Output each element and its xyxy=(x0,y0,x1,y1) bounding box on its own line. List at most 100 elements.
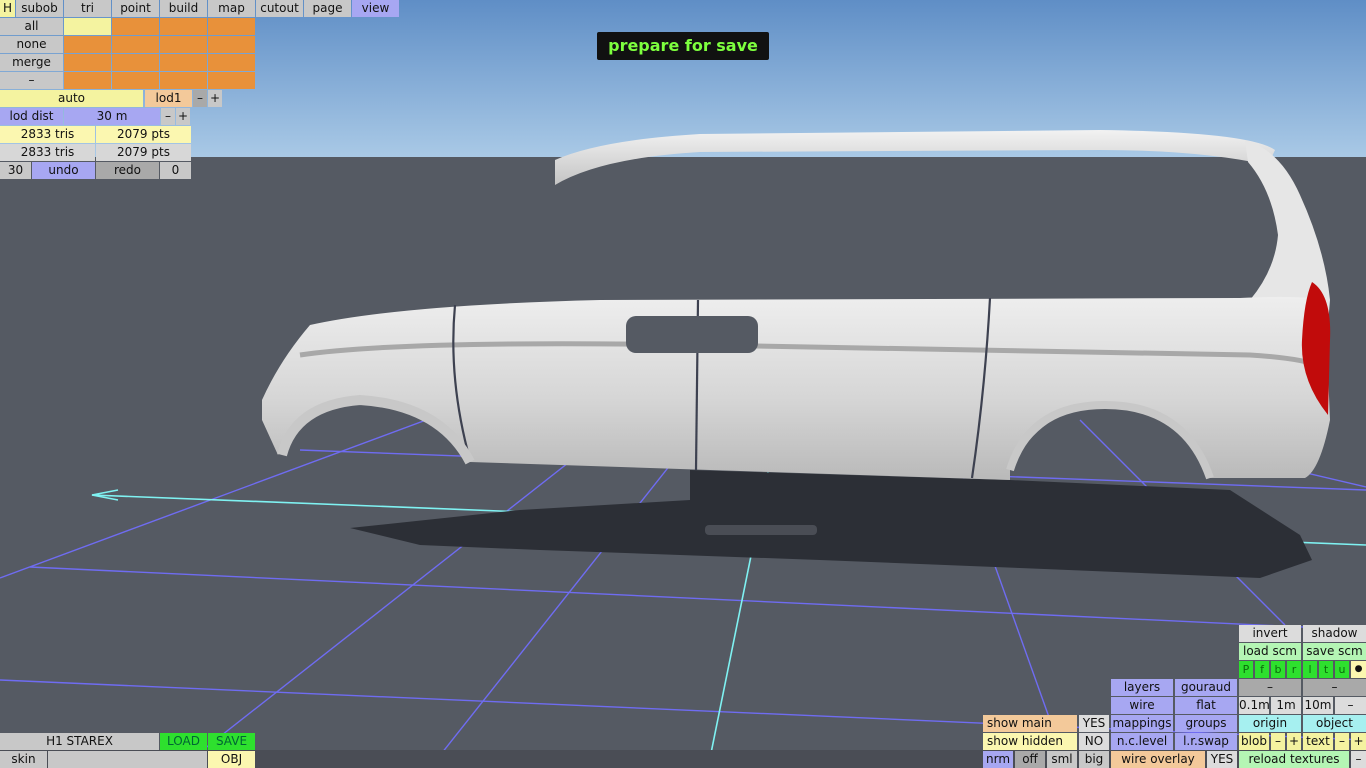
view-front-button[interactable]: f xyxy=(1255,661,1269,678)
show-main-button[interactable]: show main xyxy=(983,715,1077,732)
scale-10m-button[interactable]: 10m xyxy=(1303,697,1333,714)
dash-button[interactable]: – xyxy=(0,72,63,89)
tab-view[interactable]: view xyxy=(352,0,399,17)
normals-button[interactable]: nrm xyxy=(983,751,1013,768)
normals-big-button[interactable]: big xyxy=(1079,751,1109,768)
tri-count-total: 2833 tris xyxy=(0,144,95,161)
h-button[interactable]: H xyxy=(0,0,15,17)
shadow-button[interactable]: shadow xyxy=(1303,625,1366,642)
3d-viewport[interactable] xyxy=(0,0,1366,768)
view-dot-button[interactable]: ● xyxy=(1351,661,1366,678)
wire-overlay-button[interactable]: wire overlay xyxy=(1111,751,1205,768)
side-window xyxy=(626,316,758,353)
blob-minus-button[interactable]: – xyxy=(1271,733,1285,750)
tab-page[interactable]: page xyxy=(304,0,351,17)
lod-auto-button[interactable]: auto xyxy=(0,90,143,107)
blob-button[interactable]: blob xyxy=(1239,733,1269,750)
origin-button[interactable]: origin xyxy=(1239,715,1301,732)
scale-0-1m-button[interactable]: 0.1m xyxy=(1239,697,1269,714)
object-button[interactable]: object xyxy=(1303,715,1366,732)
reload-textures-minus-button[interactable]: – xyxy=(1351,751,1366,768)
tab-map[interactable]: map xyxy=(208,0,255,17)
normals-off-button[interactable]: off xyxy=(1015,751,1045,768)
view-back-button[interactable]: b xyxy=(1271,661,1285,678)
selection-cell[interactable] xyxy=(208,54,255,71)
view-right-button[interactable]: r xyxy=(1287,661,1301,678)
lod-dist-label: lod dist xyxy=(0,108,63,125)
text-button[interactable]: text xyxy=(1303,733,1333,750)
selection-cell[interactable] xyxy=(208,18,255,35)
tri-count: 2833 tris xyxy=(0,126,95,143)
point-count-total: 2079 pts xyxy=(96,144,191,161)
selection-cell[interactable] xyxy=(160,72,207,89)
save-button[interactable]: SAVE xyxy=(208,733,255,750)
selection-cell[interactable] xyxy=(112,18,159,35)
lod-minus-button[interactable]: – xyxy=(193,90,207,107)
skin-button[interactable]: skin xyxy=(0,751,47,768)
lod-dist-value[interactable]: 30 m xyxy=(64,108,160,125)
scale-1m-button[interactable]: 1m xyxy=(1271,697,1301,714)
mappings-button[interactable]: mappings xyxy=(1111,715,1173,732)
select-all-button[interactable]: all xyxy=(0,18,63,35)
nc-level-button[interactable]: n.c.level xyxy=(1111,733,1173,750)
lod-dist-plus-button[interactable]: + xyxy=(176,108,190,125)
selection-cell[interactable] xyxy=(112,36,159,53)
flat-button[interactable]: flat xyxy=(1175,697,1237,714)
selection-cell[interactable] xyxy=(64,54,111,71)
invert-button[interactable]: invert xyxy=(1239,625,1301,642)
skin-field[interactable] xyxy=(48,751,207,768)
view-under-button[interactable]: u xyxy=(1335,661,1349,678)
view-left-button[interactable]: l xyxy=(1303,661,1317,678)
selection-cell[interactable] xyxy=(208,36,255,53)
gouraud-button[interactable]: gouraud xyxy=(1175,679,1237,696)
dash-button-b[interactable]: – xyxy=(1303,679,1366,696)
groups-button[interactable]: groups xyxy=(1175,715,1237,732)
blob-plus-button[interactable]: + xyxy=(1287,733,1301,750)
model-name[interactable]: H1 STAREX xyxy=(0,733,159,750)
show-main-value[interactable]: YES xyxy=(1079,715,1109,732)
wire-overlay-value[interactable]: YES xyxy=(1207,751,1237,768)
tab-subob[interactable]: subob xyxy=(16,0,63,17)
undo-count: 30 xyxy=(0,162,31,179)
dash-button-a[interactable]: – xyxy=(1239,679,1301,696)
load-scm-button[interactable]: load scm xyxy=(1239,643,1301,660)
redo-count: 0 xyxy=(160,162,191,179)
selection-cell[interactable] xyxy=(160,36,207,53)
selection-cell[interactable] xyxy=(64,36,111,53)
view-top-button[interactable]: t xyxy=(1319,661,1333,678)
status-banner: prepare for save xyxy=(597,32,769,60)
lod-plus-button[interactable]: + xyxy=(208,90,222,107)
redo-button[interactable]: redo xyxy=(96,162,159,179)
show-hidden-button[interactable]: show hidden xyxy=(983,733,1077,750)
view-perspective-button[interactable]: P xyxy=(1239,661,1253,678)
text-plus-button[interactable]: + xyxy=(1351,733,1366,750)
obj-button[interactable]: OBJ xyxy=(208,751,255,768)
selection-cell[interactable] xyxy=(160,18,207,35)
selection-cell[interactable] xyxy=(112,54,159,71)
point-count: 2079 pts xyxy=(96,126,191,143)
selection-cell[interactable] xyxy=(64,72,111,89)
wire-button[interactable]: wire xyxy=(1111,697,1173,714)
normals-small-button[interactable]: sml xyxy=(1047,751,1077,768)
load-button[interactable]: LOAD xyxy=(160,733,207,750)
lod-dist-minus-button[interactable]: – xyxy=(161,108,175,125)
layers-button[interactable]: layers xyxy=(1111,679,1173,696)
lr-swap-button[interactable]: l.r.swap xyxy=(1175,733,1237,750)
selection-cell[interactable] xyxy=(160,54,207,71)
lod-level-button[interactable]: lod1 xyxy=(145,90,192,107)
selection-cell[interactable] xyxy=(112,72,159,89)
tab-build[interactable]: build xyxy=(160,0,207,17)
text-minus-button[interactable]: – xyxy=(1335,733,1349,750)
tab-point[interactable]: point xyxy=(112,0,159,17)
merge-button[interactable]: merge xyxy=(0,54,63,71)
selection-cell[interactable] xyxy=(208,72,255,89)
selection-cell[interactable] xyxy=(64,18,111,35)
reload-textures-button[interactable]: reload textures xyxy=(1239,751,1349,768)
tab-tri[interactable]: tri xyxy=(64,0,111,17)
undo-button[interactable]: undo xyxy=(32,162,95,179)
select-none-button[interactable]: none xyxy=(0,36,63,53)
save-scm-button[interactable]: save scm xyxy=(1303,643,1366,660)
scale-dash-button[interactable]: – xyxy=(1335,697,1366,714)
tab-cutout[interactable]: cutout xyxy=(256,0,303,17)
show-hidden-value[interactable]: NO xyxy=(1079,733,1109,750)
